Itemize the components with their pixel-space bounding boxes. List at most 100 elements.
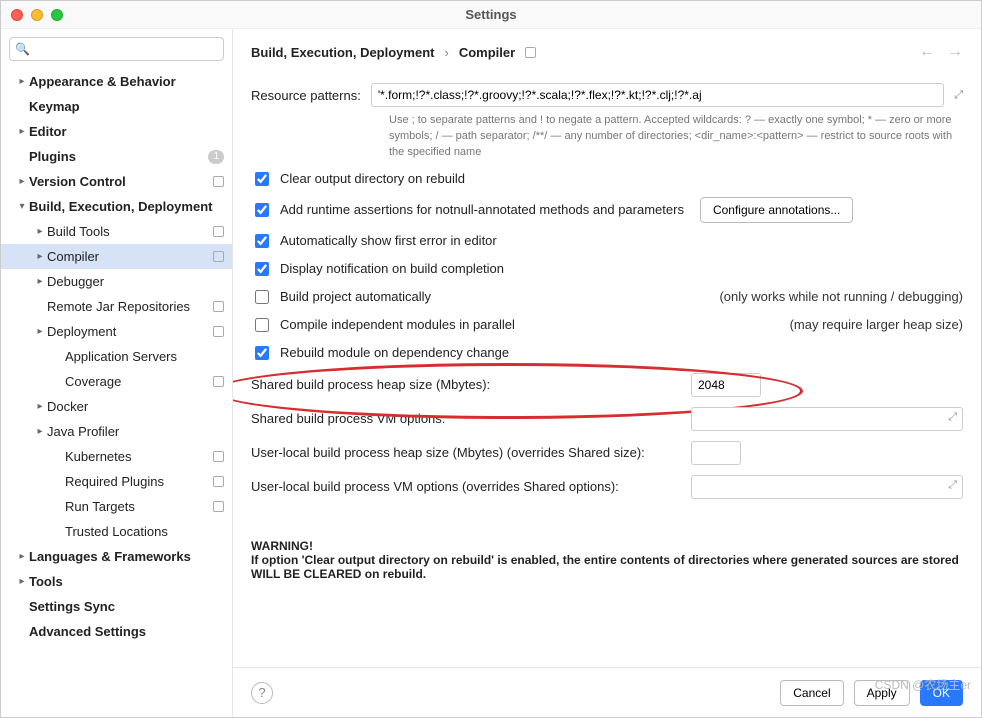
sidebar-item-label: Remote Jar Repositories xyxy=(47,299,209,314)
heap-size-input[interactable] xyxy=(691,373,761,397)
chevron-right-icon[interactable]: ▸ xyxy=(33,276,47,287)
chevron-right-icon[interactable]: ▸ xyxy=(15,126,29,137)
cancel-button[interactable]: Cancel xyxy=(780,680,843,706)
ok-button[interactable]: OK xyxy=(920,680,963,706)
assertions-checkbox[interactable] xyxy=(255,203,269,217)
chevron-right-icon[interactable]: ▸ xyxy=(15,76,29,87)
sidebar-item-coverage[interactable]: Coverage xyxy=(1,369,232,394)
sidebar-item-label: Coverage xyxy=(65,374,209,389)
sidebar-item-label: Build, Execution, Deployment xyxy=(29,199,224,214)
rebuild-dep-label: Rebuild module on dependency change xyxy=(280,345,509,360)
sidebar-item-label: Trusted Locations xyxy=(65,524,224,539)
sidebar-item-docker[interactable]: ▸Docker xyxy=(1,394,232,419)
project-scope-icon xyxy=(213,326,224,337)
resource-patterns-input[interactable] xyxy=(371,83,944,107)
search-input[interactable] xyxy=(9,37,224,61)
nav-forward-icon[interactable]: → xyxy=(947,43,963,61)
chevron-right-icon[interactable]: ▸ xyxy=(33,426,47,437)
nav-back-icon[interactable]: ← xyxy=(919,43,935,61)
autoshow-error-label: Automatically show first error in editor xyxy=(280,233,497,248)
autoshow-error-checkbox[interactable] xyxy=(255,234,269,248)
search-icon: 🔍 xyxy=(15,42,30,56)
sidebar-item-keymap[interactable]: Keymap xyxy=(1,94,232,119)
sidebar-item-advanced-settings[interactable]: Advanced Settings xyxy=(1,619,232,644)
project-scope-icon xyxy=(213,476,224,487)
sidebar-item-run-targets[interactable]: Run Targets xyxy=(1,494,232,519)
chevron-right-icon[interactable]: ▸ xyxy=(33,251,47,262)
breadcrumb: Build, Execution, Deployment › Compiler … xyxy=(233,29,981,67)
clear-output-checkbox[interactable] xyxy=(255,172,269,186)
sidebar-item-label: Advanced Settings xyxy=(29,624,224,639)
sidebar-item-label: Kubernetes xyxy=(65,449,209,464)
window-title: Settings xyxy=(1,7,981,22)
project-scope-icon xyxy=(213,251,224,262)
content-pane: Resource patterns: ⤢ Use ; to separate p… xyxy=(233,67,981,667)
sidebar-item-label: Required Plugins xyxy=(65,474,209,489)
sidebar-item-plugins[interactable]: Plugins1 xyxy=(1,144,232,169)
sidebar-item-build-tools[interactable]: ▸Build Tools xyxy=(1,219,232,244)
badge: 1 xyxy=(208,150,224,164)
chevron-right-icon[interactable]: ▸ xyxy=(15,551,29,562)
expand-icon[interactable]: ⤢ xyxy=(948,479,957,492)
sidebar-item-application-servers[interactable]: Application Servers xyxy=(1,344,232,369)
sidebar-item-settings-sync[interactable]: Settings Sync xyxy=(1,594,232,619)
chevron-right-icon[interactable]: ▸ xyxy=(33,401,47,412)
chevron-right-icon[interactable]: ▸ xyxy=(15,576,29,587)
project-scope-icon xyxy=(213,501,224,512)
user-vm-options-input[interactable] xyxy=(691,475,963,499)
project-scope-icon xyxy=(213,226,224,237)
chevron-right-icon[interactable]: ▸ xyxy=(15,176,29,187)
warning-body: If option 'Clear output directory on reb… xyxy=(251,553,963,581)
configure-annotations-button[interactable]: Configure annotations... xyxy=(700,197,853,223)
sidebar-item-label: Appearance & Behavior xyxy=(29,74,224,89)
sidebar-item-appearance-behavior[interactable]: ▸Appearance & Behavior xyxy=(1,69,232,94)
project-scope-icon xyxy=(525,47,536,58)
apply-button[interactable]: Apply xyxy=(854,680,910,706)
settings-tree: ▸Appearance & BehaviorKeymap▸EditorPlugi… xyxy=(1,69,232,717)
sidebar-item-label: Debugger xyxy=(47,274,224,289)
sidebar-item-deployment[interactable]: ▸Deployment xyxy=(1,319,232,344)
breadcrumb-root[interactable]: Build, Execution, Deployment xyxy=(251,45,434,60)
notify-checkbox[interactable] xyxy=(255,262,269,276)
sidebar-item-version-control[interactable]: ▸Version Control xyxy=(1,169,232,194)
parallel-note: (may require larger heap size) xyxy=(790,317,963,332)
help-button[interactable]: ? xyxy=(251,682,273,704)
sidebar-item-tools[interactable]: ▸Tools xyxy=(1,569,232,594)
parallel-checkbox[interactable] xyxy=(255,318,269,332)
sidebar-item-remote-jar-repositories[interactable]: Remote Jar Repositories xyxy=(1,294,232,319)
sidebar-item-label: Build Tools xyxy=(47,224,209,239)
heap-size-label: Shared build process heap size (Mbytes): xyxy=(251,377,691,392)
sidebar-item-label: Compiler xyxy=(47,249,209,264)
resource-patterns-label: Resource patterns: xyxy=(251,88,361,103)
sidebar-item-label: Keymap xyxy=(29,99,224,114)
titlebar: Settings xyxy=(1,1,981,29)
breadcrumb-leaf: Compiler xyxy=(459,45,515,60)
expand-icon[interactable]: ⤢ xyxy=(954,89,963,102)
parallel-label: Compile independent modules in parallel xyxy=(280,317,515,332)
sidebar-item-label: Run Targets xyxy=(65,499,209,514)
user-heap-size-input[interactable] xyxy=(691,441,741,465)
rebuild-dep-checkbox[interactable] xyxy=(255,346,269,360)
auto-build-checkbox[interactable] xyxy=(255,290,269,304)
chevron-right-icon[interactable]: ▸ xyxy=(33,326,47,337)
assertions-label: Add runtime assertions for notnull-annot… xyxy=(280,202,684,217)
sidebar-item-required-plugins[interactable]: Required Plugins xyxy=(1,469,232,494)
resource-patterns-hint: Use ; to separate patterns and ! to nega… xyxy=(389,113,963,161)
sidebar-item-compiler[interactable]: ▸Compiler xyxy=(1,244,232,269)
sidebar-item-languages-frameworks[interactable]: ▸Languages & Frameworks xyxy=(1,544,232,569)
chevron-down-icon[interactable]: ▾ xyxy=(15,201,29,212)
expand-icon[interactable]: ⤢ xyxy=(948,411,957,424)
chevron-right-icon[interactable]: ▸ xyxy=(33,226,47,237)
sidebar-item-build-execution-deployment[interactable]: ▾Build, Execution, Deployment xyxy=(1,194,232,219)
sidebar-item-debugger[interactable]: ▸Debugger xyxy=(1,269,232,294)
vm-options-label: Shared build process VM options: xyxy=(251,411,691,426)
sidebar-item-kubernetes[interactable]: Kubernetes xyxy=(1,444,232,469)
vm-options-input[interactable] xyxy=(691,407,963,431)
sidebar-item-trusted-locations[interactable]: Trusted Locations xyxy=(1,519,232,544)
sidebar-item-java-profiler[interactable]: ▸Java Profiler xyxy=(1,419,232,444)
sidebar-item-editor[interactable]: ▸Editor xyxy=(1,119,232,144)
project-scope-icon xyxy=(213,301,224,312)
user-heap-size-label: User-local build process heap size (Mbyt… xyxy=(251,445,691,460)
sidebar-item-label: Languages & Frameworks xyxy=(29,549,224,564)
project-scope-icon xyxy=(213,176,224,187)
